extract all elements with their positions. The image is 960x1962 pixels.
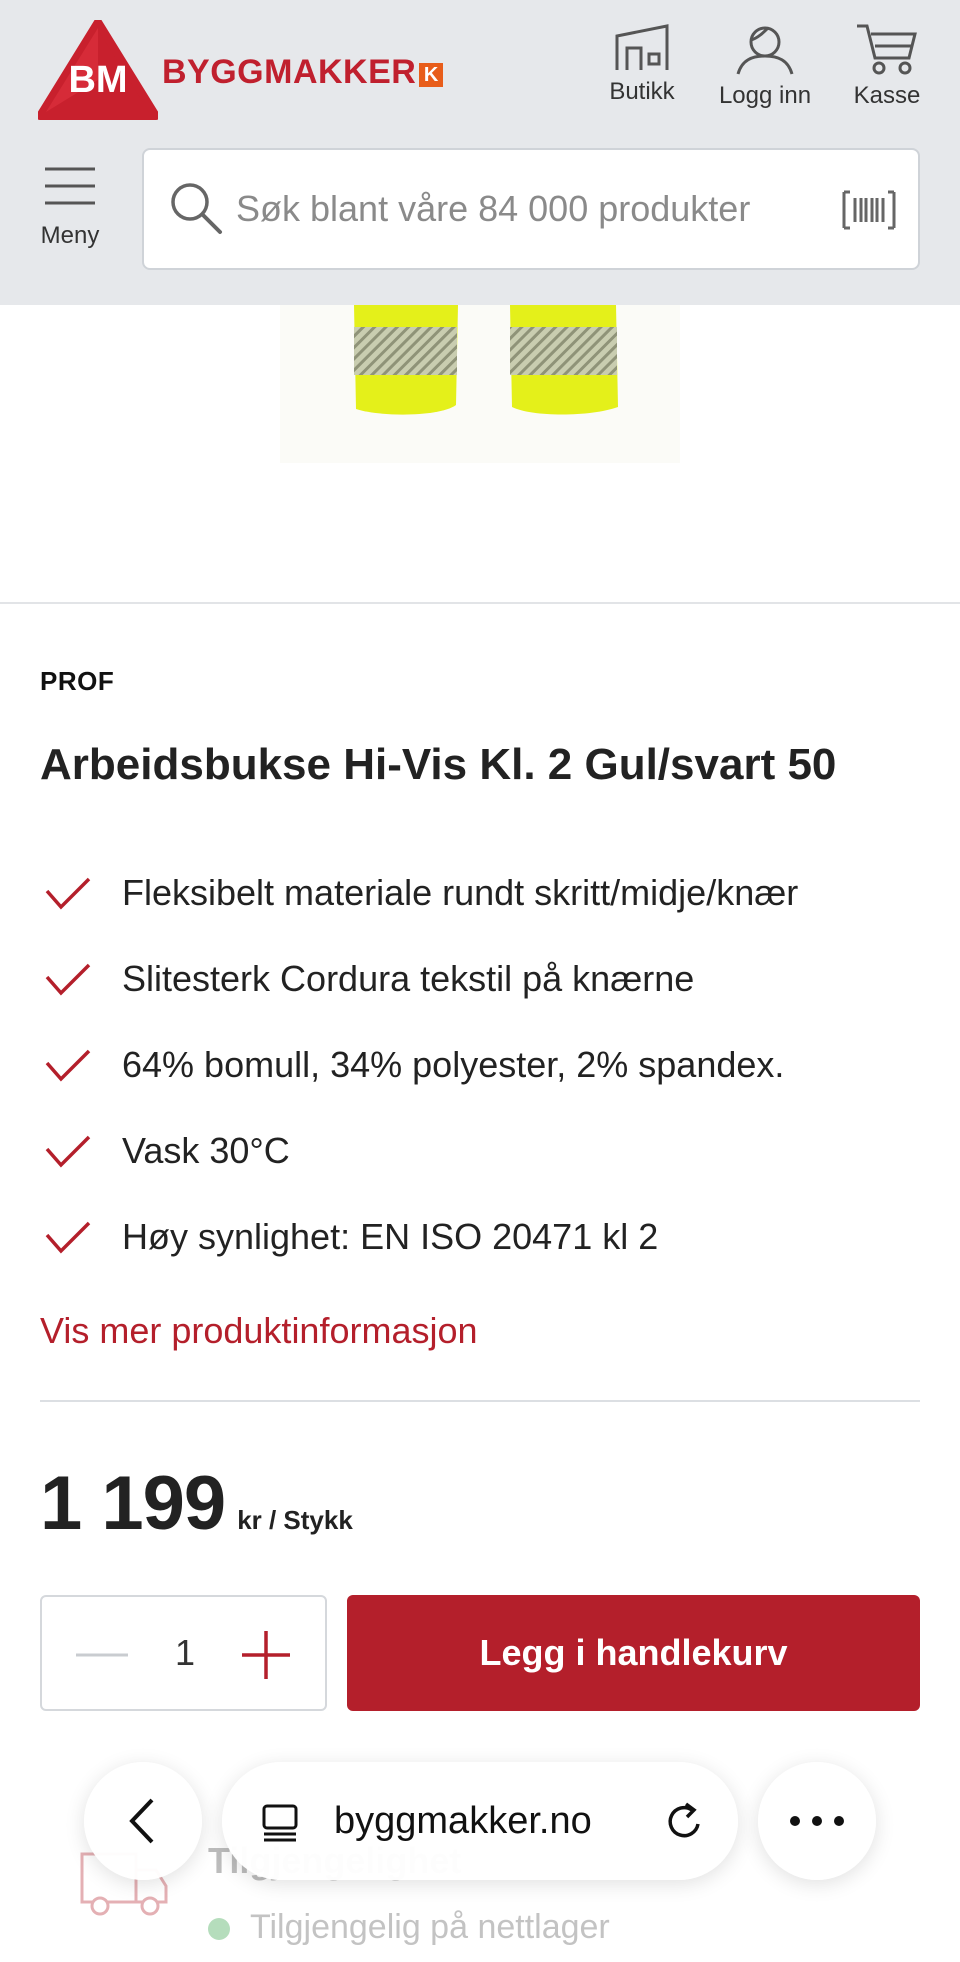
chevron-left-icon [129,1798,154,1844]
barcode-scanner-icon[interactable] [842,190,896,230]
login-button[interactable]: Logg inn [710,22,820,110]
hamburger-icon [45,167,95,205]
address-bar[interactable]: byggmakker.no [222,1762,738,1880]
product-brand: PROF [40,666,115,696]
price: 1 199 kr / Stykk [40,1460,353,1547]
decrease-quantity-button[interactable] [72,1637,132,1673]
stock-status: Tilgjengelig på nettlager [250,1908,610,1946]
feature-list: Fleksibelt materiale rundt skritt/midje/… [40,850,798,1280]
feature-text: 64% bomull, 34% polyester, 2% spandex. [122,1044,785,1085]
user-icon [736,26,794,75]
feature-item: Slitesterk Cordura tekstil på knærne [40,936,798,1022]
divider [40,1400,920,1402]
svg-text:BM: BM [68,59,127,101]
logo[interactable]: BM BYGGMAKKER K [36,18,444,120]
check-icon [45,1049,91,1082]
check-icon [45,963,91,996]
checkout-button[interactable]: Kasse [832,22,942,110]
search-box [142,148,920,270]
more-dots-icon [790,1816,800,1826]
reload-icon[interactable] [662,1800,706,1844]
feature-text: Fleksibelt materiale rundt skritt/midje/… [122,872,799,913]
product-title: Arbeidsbukse Hi-Vis Kl. 2 Gul/svart 50 [40,740,837,789]
feature-item: Fleksibelt materiale rundt skritt/midje/… [40,850,798,936]
quantity-stepper: 1 [40,1595,327,1711]
store-icon [615,24,669,70]
divider [0,602,960,604]
feature-item: Høy synlighet: EN ISO 20471 kl 2 [40,1194,798,1280]
url-text: byggmakker.no [334,1800,592,1842]
check-icon [45,877,91,910]
check-icon [45,1135,91,1168]
check-icon [45,1221,91,1254]
feature-text: Vask 30°C [122,1130,290,1171]
feature-text: Slitesterk Cordura tekstil på knærne [122,958,695,999]
stock-status-dot [208,1918,230,1940]
browser-back-button[interactable] [84,1762,202,1880]
product-image[interactable] [270,305,690,465]
site-header: BM BYGGMAKKER K Butikk Logg inn Kasse Me… [0,0,960,305]
store-label: Butikk [609,78,675,105]
menu-button[interactable]: Meny [20,165,120,250]
search-icon [171,183,222,234]
menu-label: Meny [40,222,100,249]
feature-item: 64% bomull, 34% polyester, 2% spandex. [40,1022,798,1108]
more-product-info-link[interactable]: Vis mer produktinformasjon [40,1310,478,1352]
browser-more-button[interactable] [758,1762,876,1880]
quantity-value[interactable]: 1 [152,1597,218,1709]
feature-item: Vask 30°C [40,1108,798,1194]
store-button[interactable]: Butikk [587,22,697,106]
checkout-label: Kasse [853,82,921,109]
logo-text: BYGGMAKKER K [162,53,444,92]
add-to-cart-button[interactable]: Legg i handlekurv [347,1595,920,1711]
login-label: Logg inn [718,82,812,109]
price-unit: kr / Stykk [237,1505,353,1535]
increase-quantity-button[interactable] [238,1627,294,1683]
price-value: 1 199 [40,1461,226,1546]
feature-text: Høy synlighet: EN ISO 20471 kl 2 [122,1216,659,1257]
logo-badge: BM [36,18,160,120]
search-input[interactable] [236,150,796,268]
cart-icon [857,24,917,75]
tabs-icon [262,1804,298,1842]
